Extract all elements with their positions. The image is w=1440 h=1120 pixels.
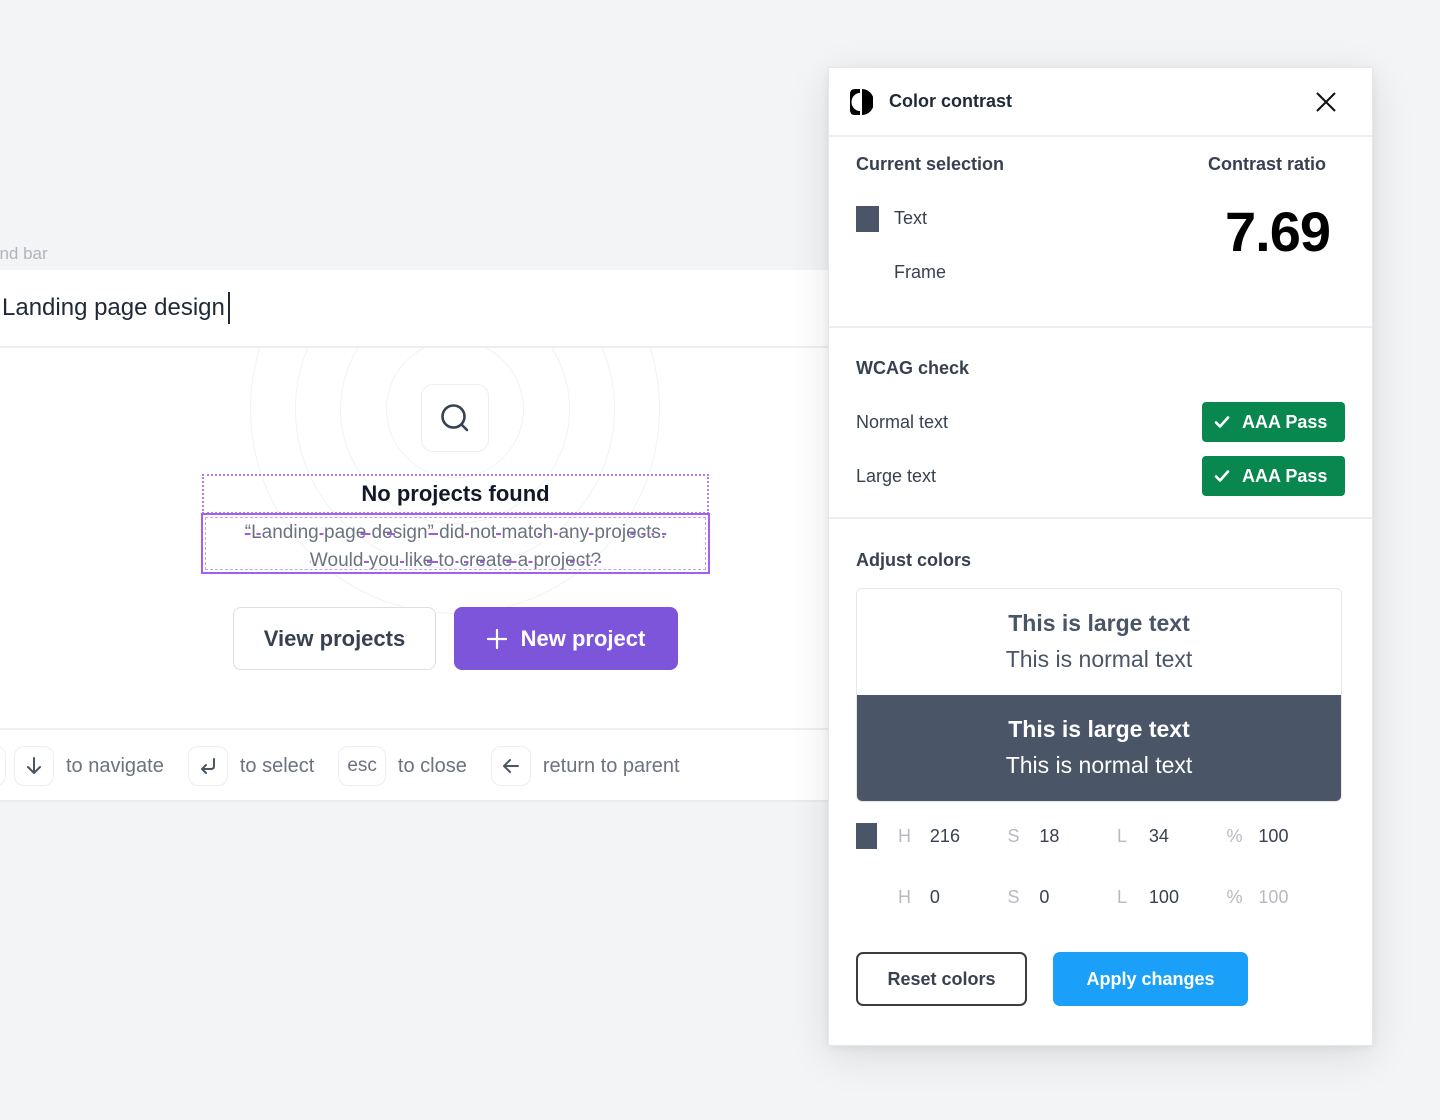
frame-saturation-input[interactable]: 0 [1039, 887, 1117, 908]
search-row [0, 270, 830, 348]
selection-text-item[interactable]: Text [894, 208, 927, 229]
enter-icon [200, 758, 215, 774]
key-esc: esc [338, 746, 386, 786]
wcag-large-text-label: Large text [856, 466, 937, 486]
hue-key: H [897, 886, 911, 907]
contrast-ratio-value: 7.69 [1225, 200, 1331, 263]
empty-state-icon-box [421, 384, 489, 452]
opacity-key: % [1226, 886, 1243, 907]
key-arrow-down [14, 746, 54, 786]
apply-changes-button[interactable]: Apply changes [1053, 952, 1248, 1006]
frame-lightness-input[interactable]: 100 [1149, 887, 1227, 908]
text-color-swatch[interactable] [856, 206, 879, 232]
view-projects-button[interactable]: View projects [233, 607, 436, 670]
check-icon [1214, 470, 1230, 482]
panel-header: Color contrast [829, 68, 1372, 137]
text-color-hsl-row: H 216 S 18 L 34 % 100 [856, 821, 1336, 851]
half-circle-contrast-icon [850, 88, 873, 115]
text-color-swatch[interactable] [856, 823, 877, 849]
current-selection-label: Current selection [856, 154, 1005, 174]
text-lightness-input[interactable]: 34 [1149, 826, 1227, 847]
preview-light-normal-text: This is normal text [1005, 646, 1193, 672]
wcag-normal-text-result: AAA Pass [1242, 411, 1328, 432]
close-icon [1316, 91, 1336, 112]
preview-dark: This is large text This is normal text [857, 695, 1341, 801]
arrow-down-icon [27, 757, 41, 774]
frame-hue-input[interactable]: 0 [930, 887, 1008, 908]
preview-light: This is large text This is normal text [857, 589, 1341, 695]
preview-dark-large-text: This is large text [1008, 716, 1190, 742]
hint-close: to close [397, 754, 467, 777]
plus-icon [486, 628, 507, 649]
command-bar-label: and bar [0, 244, 48, 263]
saturation-key: S [1007, 825, 1020, 846]
wcag-normal-text-label: Normal text [856, 412, 949, 432]
close-button[interactable] [1312, 88, 1340, 116]
text-caret [228, 292, 230, 324]
empty-state-description-selection: “Landing page design” did not match any … [201, 513, 710, 574]
wcag-normal-text-badge: AAA Pass [1202, 402, 1345, 442]
frame-opacity-input[interactable]: 100 [1258, 887, 1336, 908]
frame-color-hsl-row: H 0 S 0 L 100 % 100 [856, 882, 1336, 912]
panel-title: Color contrast [889, 91, 1013, 111]
frame-color-swatch[interactable] [856, 884, 877, 910]
new-project-button[interactable]: New project [454, 607, 678, 670]
arrow-left-icon [502, 759, 519, 773]
color-contrast-panel: Color contrast Current selection Contras… [828, 67, 1373, 1046]
hint-return-to-parent: return to parent [542, 754, 680, 777]
text-hue-input[interactable]: 216 [930, 826, 1008, 847]
hint-select: to select [239, 754, 315, 777]
preview-light-large-text: This is large text [1008, 610, 1190, 636]
text-saturation-input[interactable]: 18 [1039, 826, 1117, 847]
keyboard-hints-bar: to navigate to select esc to close retur… [0, 728, 830, 802]
preview-dark-normal-text: This is normal text [1005, 752, 1193, 778]
empty-state-title-selection: No projects found [202, 474, 709, 514]
saturation-key: S [1007, 886, 1020, 907]
lightness-key: L [1116, 825, 1127, 846]
selection-frame-item[interactable]: Frame [894, 262, 946, 283]
key-arrow-left [490, 746, 531, 786]
adjust-colors-label: Adjust colors [856, 550, 972, 570]
wcag-large-text-badge: AAA Pass [1202, 456, 1345, 496]
wcag-check-label: WCAG check [856, 358, 970, 378]
text-opacity-input[interactable]: 100 [1258, 826, 1336, 847]
empty-state-description-line-2: Would you like to create a project? [309, 550, 602, 571]
search-icon [441, 404, 469, 432]
hint-navigate: to navigate [66, 754, 164, 777]
new-project-label: New project [520, 625, 646, 651]
opacity-key: % [1226, 825, 1243, 846]
hue-key: H [897, 825, 911, 846]
search-input[interactable] [2, 294, 602, 322]
wcag-large-text-result: AAA Pass [1242, 465, 1328, 486]
contrast-ratio-label: Contrast ratio [1207, 154, 1326, 174]
contrast-preview: This is large text This is normal text T… [856, 588, 1342, 802]
current-selection-section: Current selection Contrast ratio Text Fr… [829, 137, 1372, 328]
lightness-key: L [1116, 886, 1127, 907]
empty-state-title: No projects found [361, 481, 550, 506]
empty-state-description-line-1: “Landing page design” did not match any … [244, 522, 667, 543]
key-enter [187, 746, 228, 786]
reset-colors-button[interactable]: Reset colors [856, 952, 1027, 1006]
check-icon [1214, 416, 1230, 428]
key-up-partial [0, 746, 6, 786]
wcag-check-section: WCAG check Normal text AAA Pass Large te… [829, 328, 1372, 519]
